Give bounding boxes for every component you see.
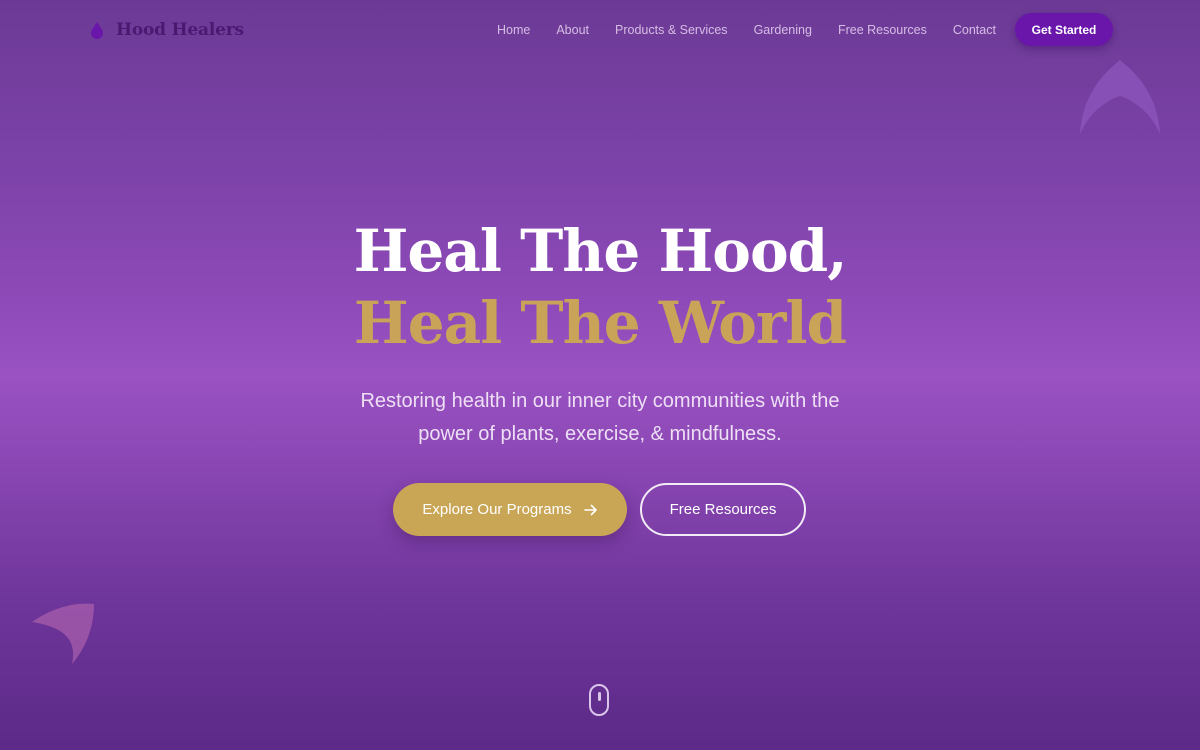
hero-buttons: Explore Our Programs Free Resources: [393, 483, 806, 536]
hero-title-line1: Heal The Hood,: [353, 217, 848, 285]
main-nav: Home About Products & Services Gardening…: [497, 20, 996, 40]
hero-section: Heal The Hood, Heal The World: [0, 215, 1200, 359]
decorative-leaf-icon: [32, 603, 94, 664]
hero-title: Heal The Hood, Heal The World: [0, 215, 1200, 359]
leaf-drop-icon: [91, 22, 103, 39]
brand-name: Hood Healers: [116, 20, 244, 40]
nav-item-contact[interactable]: Contact: [953, 23, 996, 37]
mouse-scroll-icon[interactable]: [589, 684, 609, 716]
brand-logo[interactable]: Hood Healers: [90, 18, 244, 42]
hero-subtitle-line2: power of plants, exercise, & mindfulness…: [418, 423, 782, 445]
arrow-right-icon: [583, 504, 597, 515]
hero-title-line2: Heal The World: [353, 289, 847, 357]
decorative-leaf-icon: [1080, 60, 1160, 134]
nav-item-about[interactable]: About: [556, 23, 589, 37]
hero-subtitle-line1: Restoring health in our inner city commu…: [360, 390, 840, 412]
nav-item-home[interactable]: Home: [497, 23, 530, 37]
get-started-button[interactable]: Get Started: [1015, 13, 1113, 46]
site-header: Hood Healers Home About Products & Servi…: [0, 0, 1200, 60]
explore-programs-button[interactable]: Explore Our Programs: [393, 483, 627, 536]
hero-subtitle: Restoring health in our inner city commu…: [0, 385, 1200, 451]
nav-item-products-services[interactable]: Products & Services: [615, 23, 728, 37]
nav-item-free-resources[interactable]: Free Resources: [838, 23, 927, 37]
free-resources-button[interactable]: Free Resources: [640, 483, 806, 536]
scroll-wheel: [598, 692, 601, 701]
explore-programs-label: Explore Our Programs: [422, 501, 572, 518]
nav-item-gardening[interactable]: Gardening: [754, 23, 812, 37]
